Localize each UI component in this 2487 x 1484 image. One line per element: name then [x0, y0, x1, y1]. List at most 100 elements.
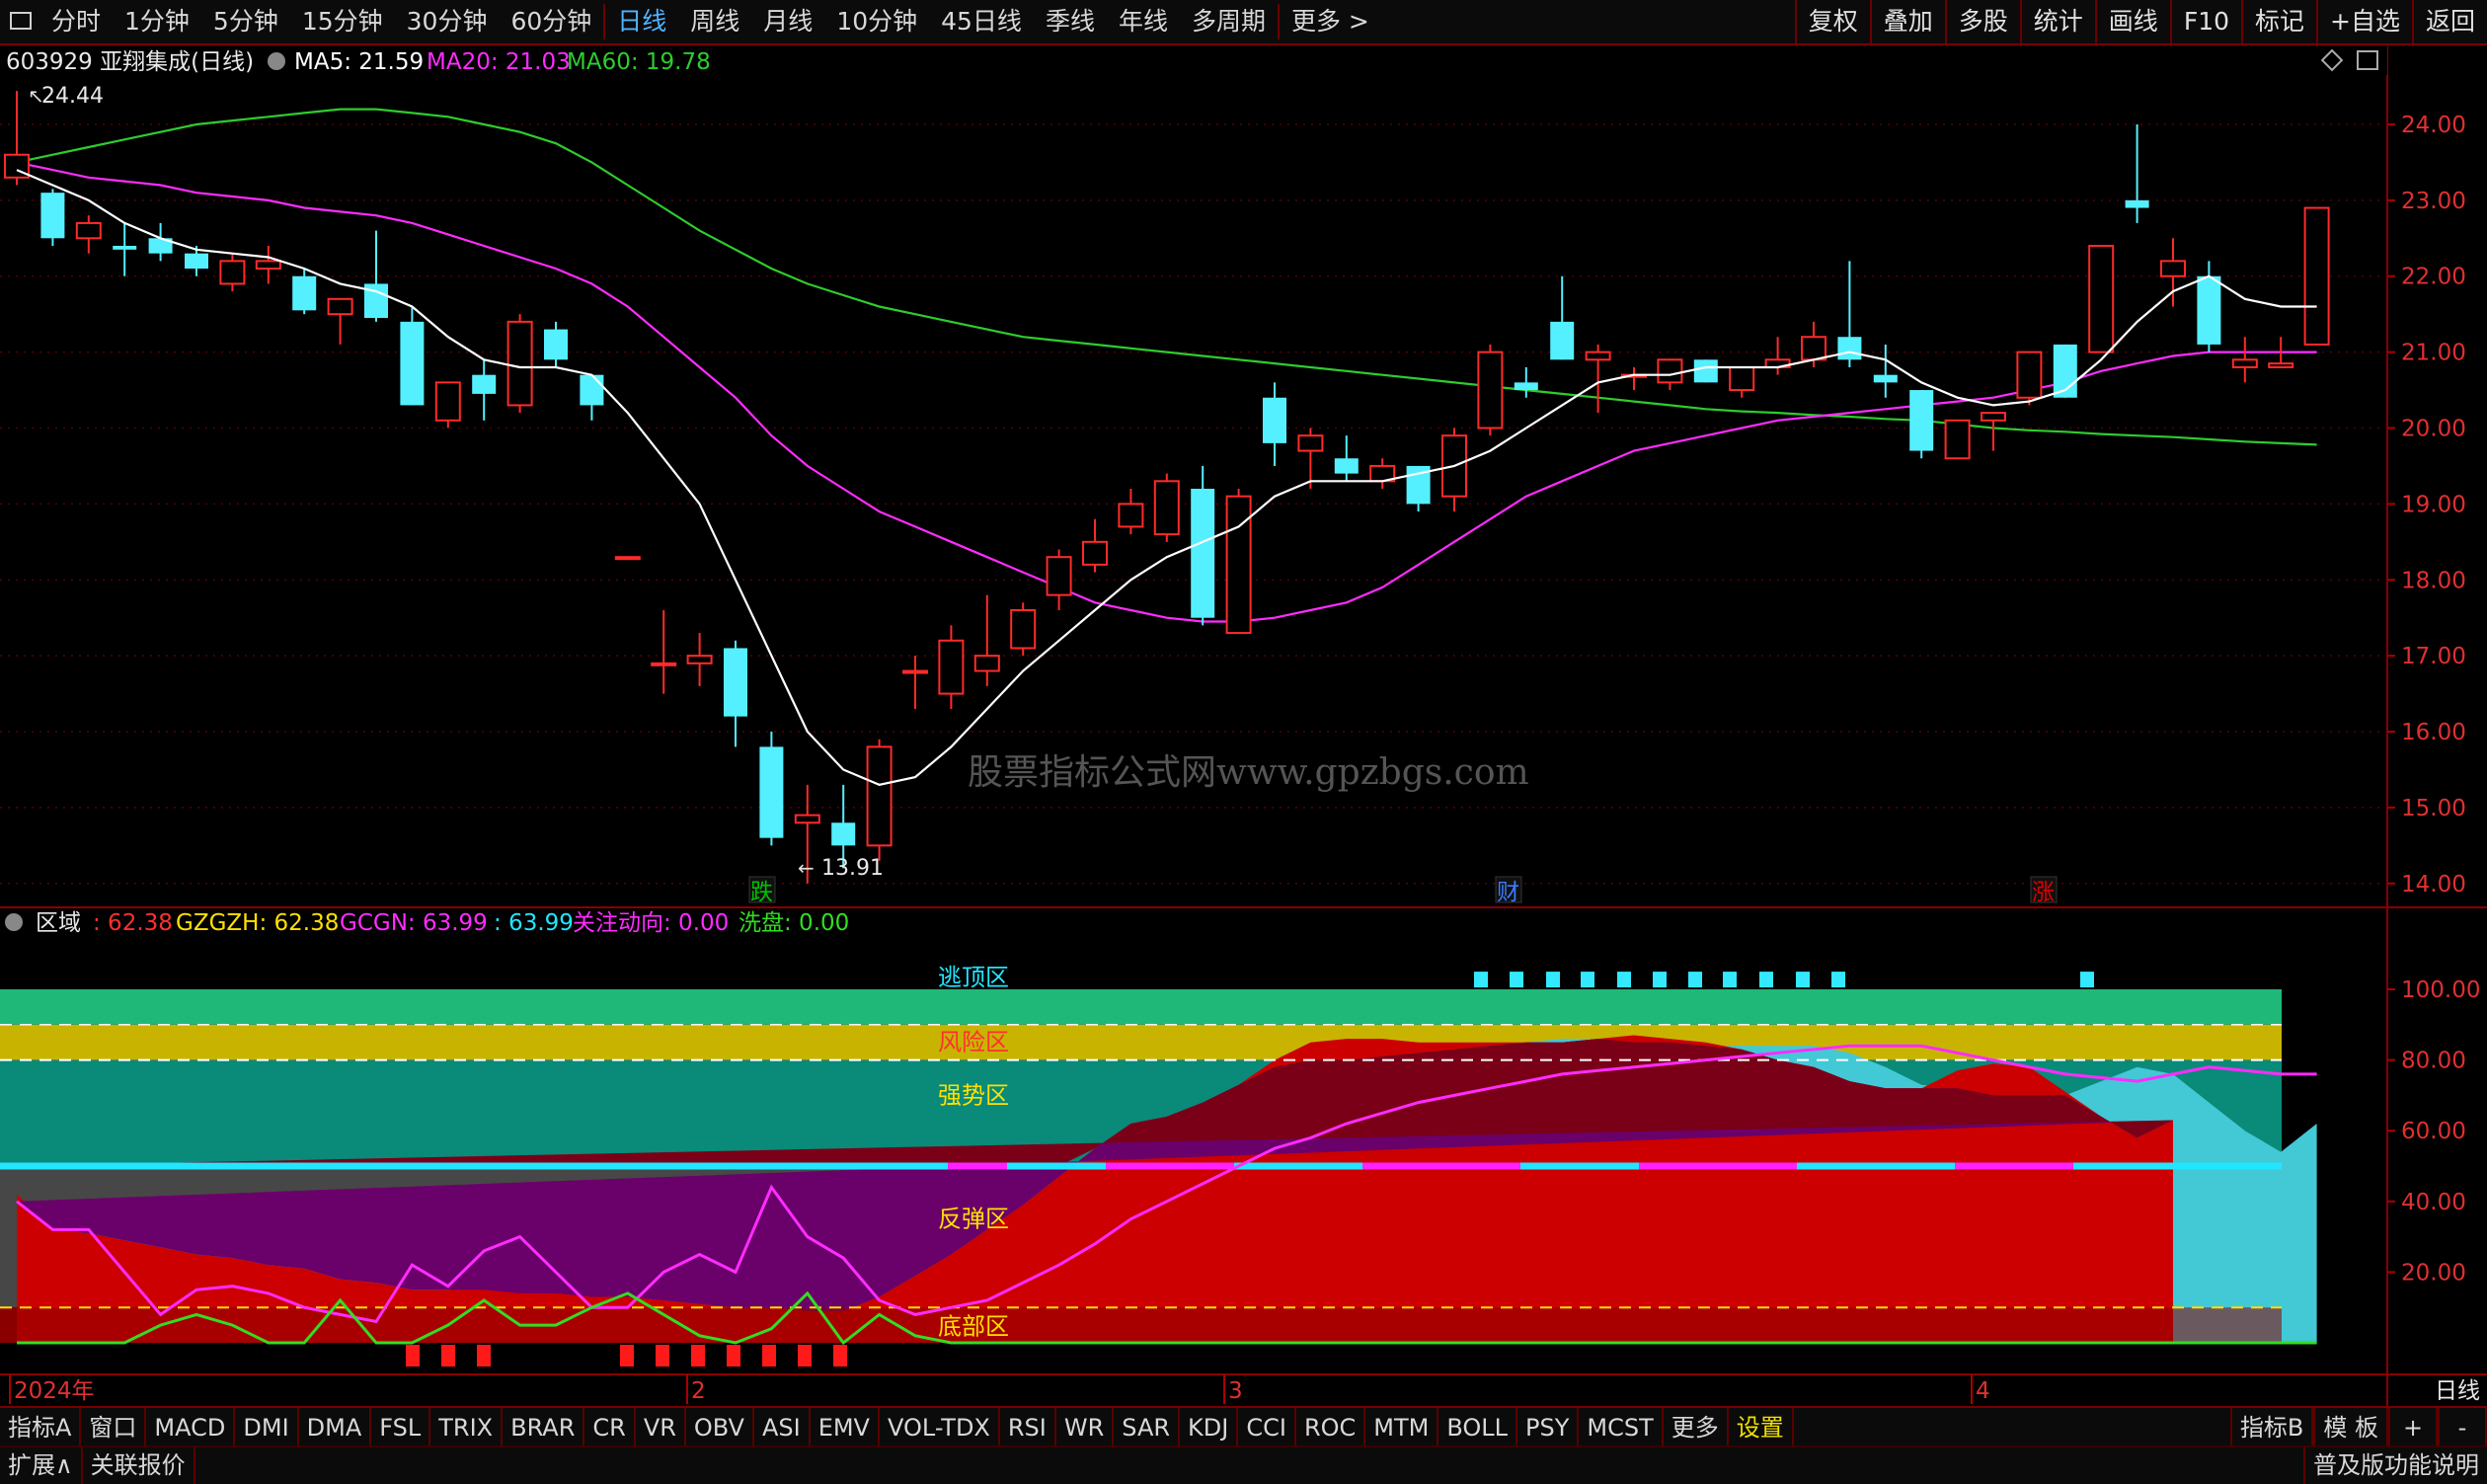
period-tab-9[interactable]: 10分钟 [824, 0, 929, 43]
xaxis-label: 3 [1228, 1378, 1243, 1404]
candle-body [831, 822, 856, 846]
indicator-tab-21[interactable]: BOLL [1438, 1408, 1518, 1447]
candle [973, 594, 1000, 686]
event-marker: 跌 [750, 880, 773, 905]
toolbar-button-2[interactable]: 多股 [1944, 0, 2020, 43]
candle-body [2303, 206, 2330, 346]
indicator-tab-14[interactable]: RSI [1000, 1408, 1056, 1447]
candle-body [1334, 458, 1359, 474]
indicator-tab-17[interactable]: KDJ [1180, 1408, 1239, 1447]
candle-body [400, 321, 425, 406]
event-marker: 涨 [2032, 880, 2055, 905]
bottom-signal-block [441, 1345, 455, 1367]
indicator-tick-label: 80.00 [2401, 1049, 2466, 1074]
period-tab-2[interactable]: 5分钟 [201, 0, 290, 43]
escape-signal-block [1474, 972, 1488, 988]
candle [1764, 337, 1791, 375]
xaxis-label: 4 [1976, 1378, 1990, 1404]
indicator-tab-20[interactable]: MTM [1365, 1408, 1439, 1447]
toolbar-button-7[interactable]: +自选 [2316, 0, 2412, 43]
indicator-right-button-1[interactable]: 模 板 [2313, 1408, 2388, 1447]
toolbar-button-8[interactable]: 返回 [2411, 0, 2487, 43]
candle-body [1550, 321, 1575, 360]
indicator-tab-1[interactable]: 窗口 [81, 1408, 147, 1447]
kline-chart-area: 24.00 23.00 22.00 21.00 20.00 19.00 18.00 17.00… [0, 45, 2487, 1406]
indicator-tab-25[interactable]: 设置 [1729, 1408, 1794, 1447]
period-tab-7[interactable]: 周线 [678, 0, 751, 43]
toolbar-button-5[interactable]: F10 [2169, 0, 2241, 43]
help-link[interactable]: 普及版功能说明 [2303, 1447, 2487, 1484]
candle-body [506, 320, 533, 407]
candle-body [1909, 390, 1934, 451]
candle-body [1297, 434, 1324, 452]
period-tab-4[interactable]: 30分钟 [395, 0, 500, 43]
indicator-right-button-0[interactable]: 指标B [2229, 1408, 2314, 1447]
period-tab-8[interactable]: 月线 [751, 0, 824, 43]
candle-body [1118, 503, 1144, 528]
indicator-tab-11[interactable]: ASI [754, 1408, 811, 1447]
candle [219, 253, 246, 292]
candle-body [1801, 336, 1826, 361]
price-tick-label: 17.00 [2401, 644, 2466, 669]
indicator-tick-label: 60.00 [2401, 1119, 2466, 1144]
status-left-item-0[interactable]: 扩展∧ [0, 1447, 83, 1484]
collapse-icon[interactable] [268, 52, 285, 70]
indicator-tab-4[interactable]: DMA [299, 1408, 372, 1447]
period-tab-10[interactable]: 45日线 [929, 0, 1034, 43]
candle [2197, 261, 2221, 352]
indicator-tab-19[interactable]: ROC [1296, 1408, 1366, 1447]
indicator-tab-0[interactable]: 指标A [0, 1408, 82, 1447]
indicator-right-button-3[interactable]: - [2438, 1408, 2487, 1447]
candle [2303, 206, 2330, 346]
toolbar-button-1[interactable]: 叠加 [1869, 0, 1945, 43]
candle [113, 222, 137, 276]
candle [506, 314, 533, 414]
indicator-tab-12[interactable]: EMV [811, 1408, 880, 1447]
indicator-tab-23[interactable]: MCST [1579, 1408, 1664, 1447]
candle-body [1657, 358, 1683, 384]
candle [1441, 428, 1467, 512]
indicator-tab-13[interactable]: VOL-TDX [880, 1408, 1000, 1447]
candle [1369, 458, 1396, 489]
ma5-label: MA5: 21.59 [294, 49, 424, 75]
indicator-collapse-icon[interactable] [5, 913, 23, 931]
indicator-tab-3[interactable]: DMI [235, 1408, 299, 1447]
indicator-tab-2[interactable]: MACD [146, 1408, 236, 1447]
status-left-item-1[interactable]: 关联报价 [83, 1447, 195, 1484]
toolbar-button-6[interactable]: 标记 [2241, 0, 2316, 43]
period-tab-3[interactable]: 15分钟 [290, 0, 395, 43]
indicator-tab-22[interactable]: PSY [1517, 1408, 1580, 1447]
period-tab-14[interactable]: 更多 > [1280, 0, 1381, 43]
period-tab-11[interactable]: 季线 [1034, 0, 1107, 43]
candle-body [614, 556, 641, 561]
indicator-tab-16[interactable]: SAR [1114, 1408, 1181, 1447]
indicator-tab-18[interactable]: CCI [1238, 1408, 1296, 1447]
menu-icon[interactable] [10, 12, 32, 30]
period-tab-0[interactable]: 分时 [39, 0, 113, 43]
candle-body [2268, 362, 2294, 368]
indicator-tab-10[interactable]: OBV [686, 1408, 754, 1447]
period-tab-5[interactable]: 60分钟 [499, 0, 603, 43]
indicator-tab-8[interactable]: CR [584, 1408, 636, 1447]
toolbar-button-4[interactable]: 画线 [2094, 0, 2170, 43]
low-arrow-icon: ← [798, 856, 815, 880]
toolbar-button-3[interactable]: 统计 [2019, 0, 2095, 43]
candle [1909, 390, 1934, 459]
candle-body [113, 245, 137, 250]
period-tab-1[interactable]: 1分钟 [113, 0, 201, 43]
indicator-tab-7[interactable]: BRAR [503, 1408, 585, 1447]
escape-signal-block [1723, 972, 1737, 988]
indicator-tab-24[interactable]: 更多 [1664, 1408, 1729, 1447]
indicator-tab-6[interactable]: TRIX [430, 1408, 504, 1447]
indicator-tab-5[interactable]: FSL [371, 1408, 431, 1447]
zone-label: 反弹区 [938, 1206, 1009, 1233]
bottom-signal-block [656, 1345, 669, 1367]
indicator-tab-9[interactable]: VR [636, 1408, 686, 1447]
indicator-tab-15[interactable]: WR [1056, 1408, 1115, 1447]
period-tab-12[interactable]: 年线 [1107, 0, 1180, 43]
period-tab-13[interactable]: 多周期 [1180, 0, 1278, 43]
toolbar-button-0[interactable]: 复权 [1794, 0, 1870, 43]
indicator-right-button-2[interactable]: + [2388, 1408, 2438, 1447]
candle [2125, 123, 2149, 223]
period-tab-6[interactable]: 日线 [605, 0, 678, 43]
